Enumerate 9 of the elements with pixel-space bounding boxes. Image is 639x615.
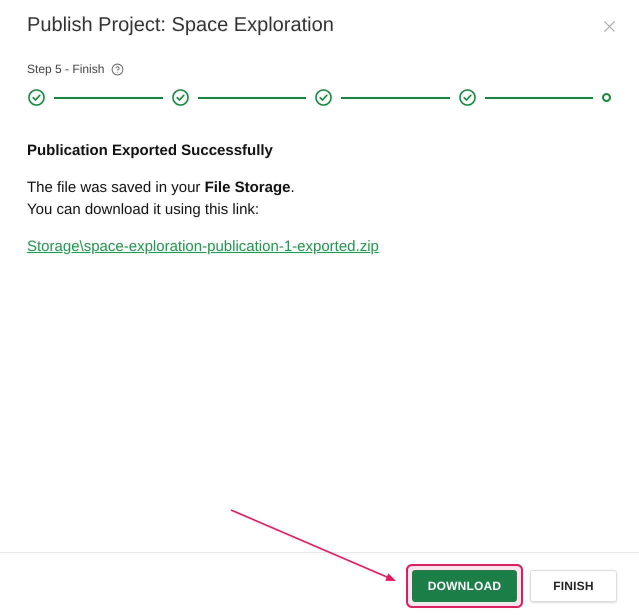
download-button[interactable]: DOWNLOAD bbox=[412, 570, 517, 602]
download-link[interactable]: Storage\space-exploration-publication-1-exported.zip bbox=[27, 238, 379, 255]
help-icon[interactable] bbox=[111, 62, 124, 76]
dialog-title: Publish Project: Space Exploration bbox=[27, 13, 334, 38]
message-text: You can download it using this link: bbox=[27, 200, 260, 220]
message-text: The file was saved in your File Storage. bbox=[27, 178, 296, 198]
success-heading: Publication Exported Successfully bbox=[27, 141, 274, 161]
step-label: Step 5 - Finish bbox=[27, 61, 104, 77]
finish-button[interactable]: FINISH bbox=[530, 570, 617, 602]
